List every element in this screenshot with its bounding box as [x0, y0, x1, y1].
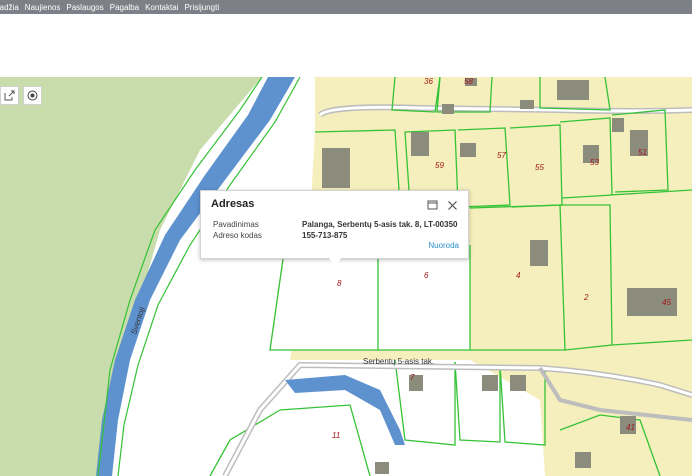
plot-number: 2 — [583, 293, 589, 302]
name-value: Palanga, Serbentų 5-asis tak. 8, LT-0035… — [302, 220, 458, 229]
map-canvas[interactable]: 36 58 59 57 55 53 51 8 6 4 2 45 7 11 41 … — [0, 77, 692, 476]
popup-title: Adresas — [211, 198, 255, 210]
nav-item-home[interactable]: radžia — [0, 3, 19, 12]
close-button[interactable] — [447, 198, 459, 210]
plot-number: 53 — [590, 158, 599, 167]
plot-number: 55 — [535, 163, 544, 172]
plot-number: 36 — [424, 77, 433, 86]
parcel-white-area — [260, 245, 470, 350]
export-button[interactable] — [0, 86, 19, 105]
code-value: 155-713-875 — [302, 231, 348, 240]
plot-number: 4 — [516, 271, 521, 280]
pond — [285, 375, 405, 445]
export-icon — [4, 90, 15, 101]
maximize-icon — [427, 200, 438, 210]
plot-number: 58 — [464, 77, 473, 86]
plot-number: 57 — [497, 151, 506, 160]
plot-number: 51 — [638, 148, 647, 157]
plot-number: 59 — [435, 161, 444, 170]
plot-number: 41 — [626, 423, 635, 432]
header-band — [0, 14, 692, 77]
plot-number: 8 — [337, 279, 342, 288]
locate-icon — [27, 90, 38, 101]
plot-number: 11 — [332, 431, 340, 440]
plot-number: 45 — [662, 298, 671, 307]
link-button[interactable]: Nuoroda — [428, 241, 459, 250]
name-label: Pavadinimas — [213, 220, 259, 229]
nav-item-login[interactable]: Prisijungti — [184, 3, 219, 12]
plot-number: 6 — [424, 271, 429, 280]
popup-pointer — [329, 258, 341, 267]
top-navigation: radžia Naujienos Paslaugos Pagalba Konta… — [0, 0, 692, 14]
nav-item-services[interactable]: Paslaugos — [66, 3, 103, 12]
nav-item-news[interactable]: Naujienos — [25, 3, 61, 12]
maximize-button[interactable] — [427, 198, 439, 210]
street-label-serbentu: Serbentų 5-asis tak. — [363, 357, 434, 366]
forest-area — [0, 77, 262, 476]
nav-item-help[interactable]: Pagalba — [110, 3, 139, 12]
plot-number: 7 — [410, 373, 415, 382]
address-popup: Adresas Pavadinimas Palanga, Serbentų 5-… — [200, 190, 469, 259]
code-label: Adreso kodas — [213, 231, 262, 240]
close-icon — [448, 201, 457, 210]
map-view[interactable]: 36 58 59 57 55 53 51 8 6 4 2 45 7 11 41 … — [0, 77, 692, 476]
nav-item-contacts[interactable]: Kontaktai — [145, 3, 178, 12]
locate-button[interactable] — [23, 86, 42, 105]
